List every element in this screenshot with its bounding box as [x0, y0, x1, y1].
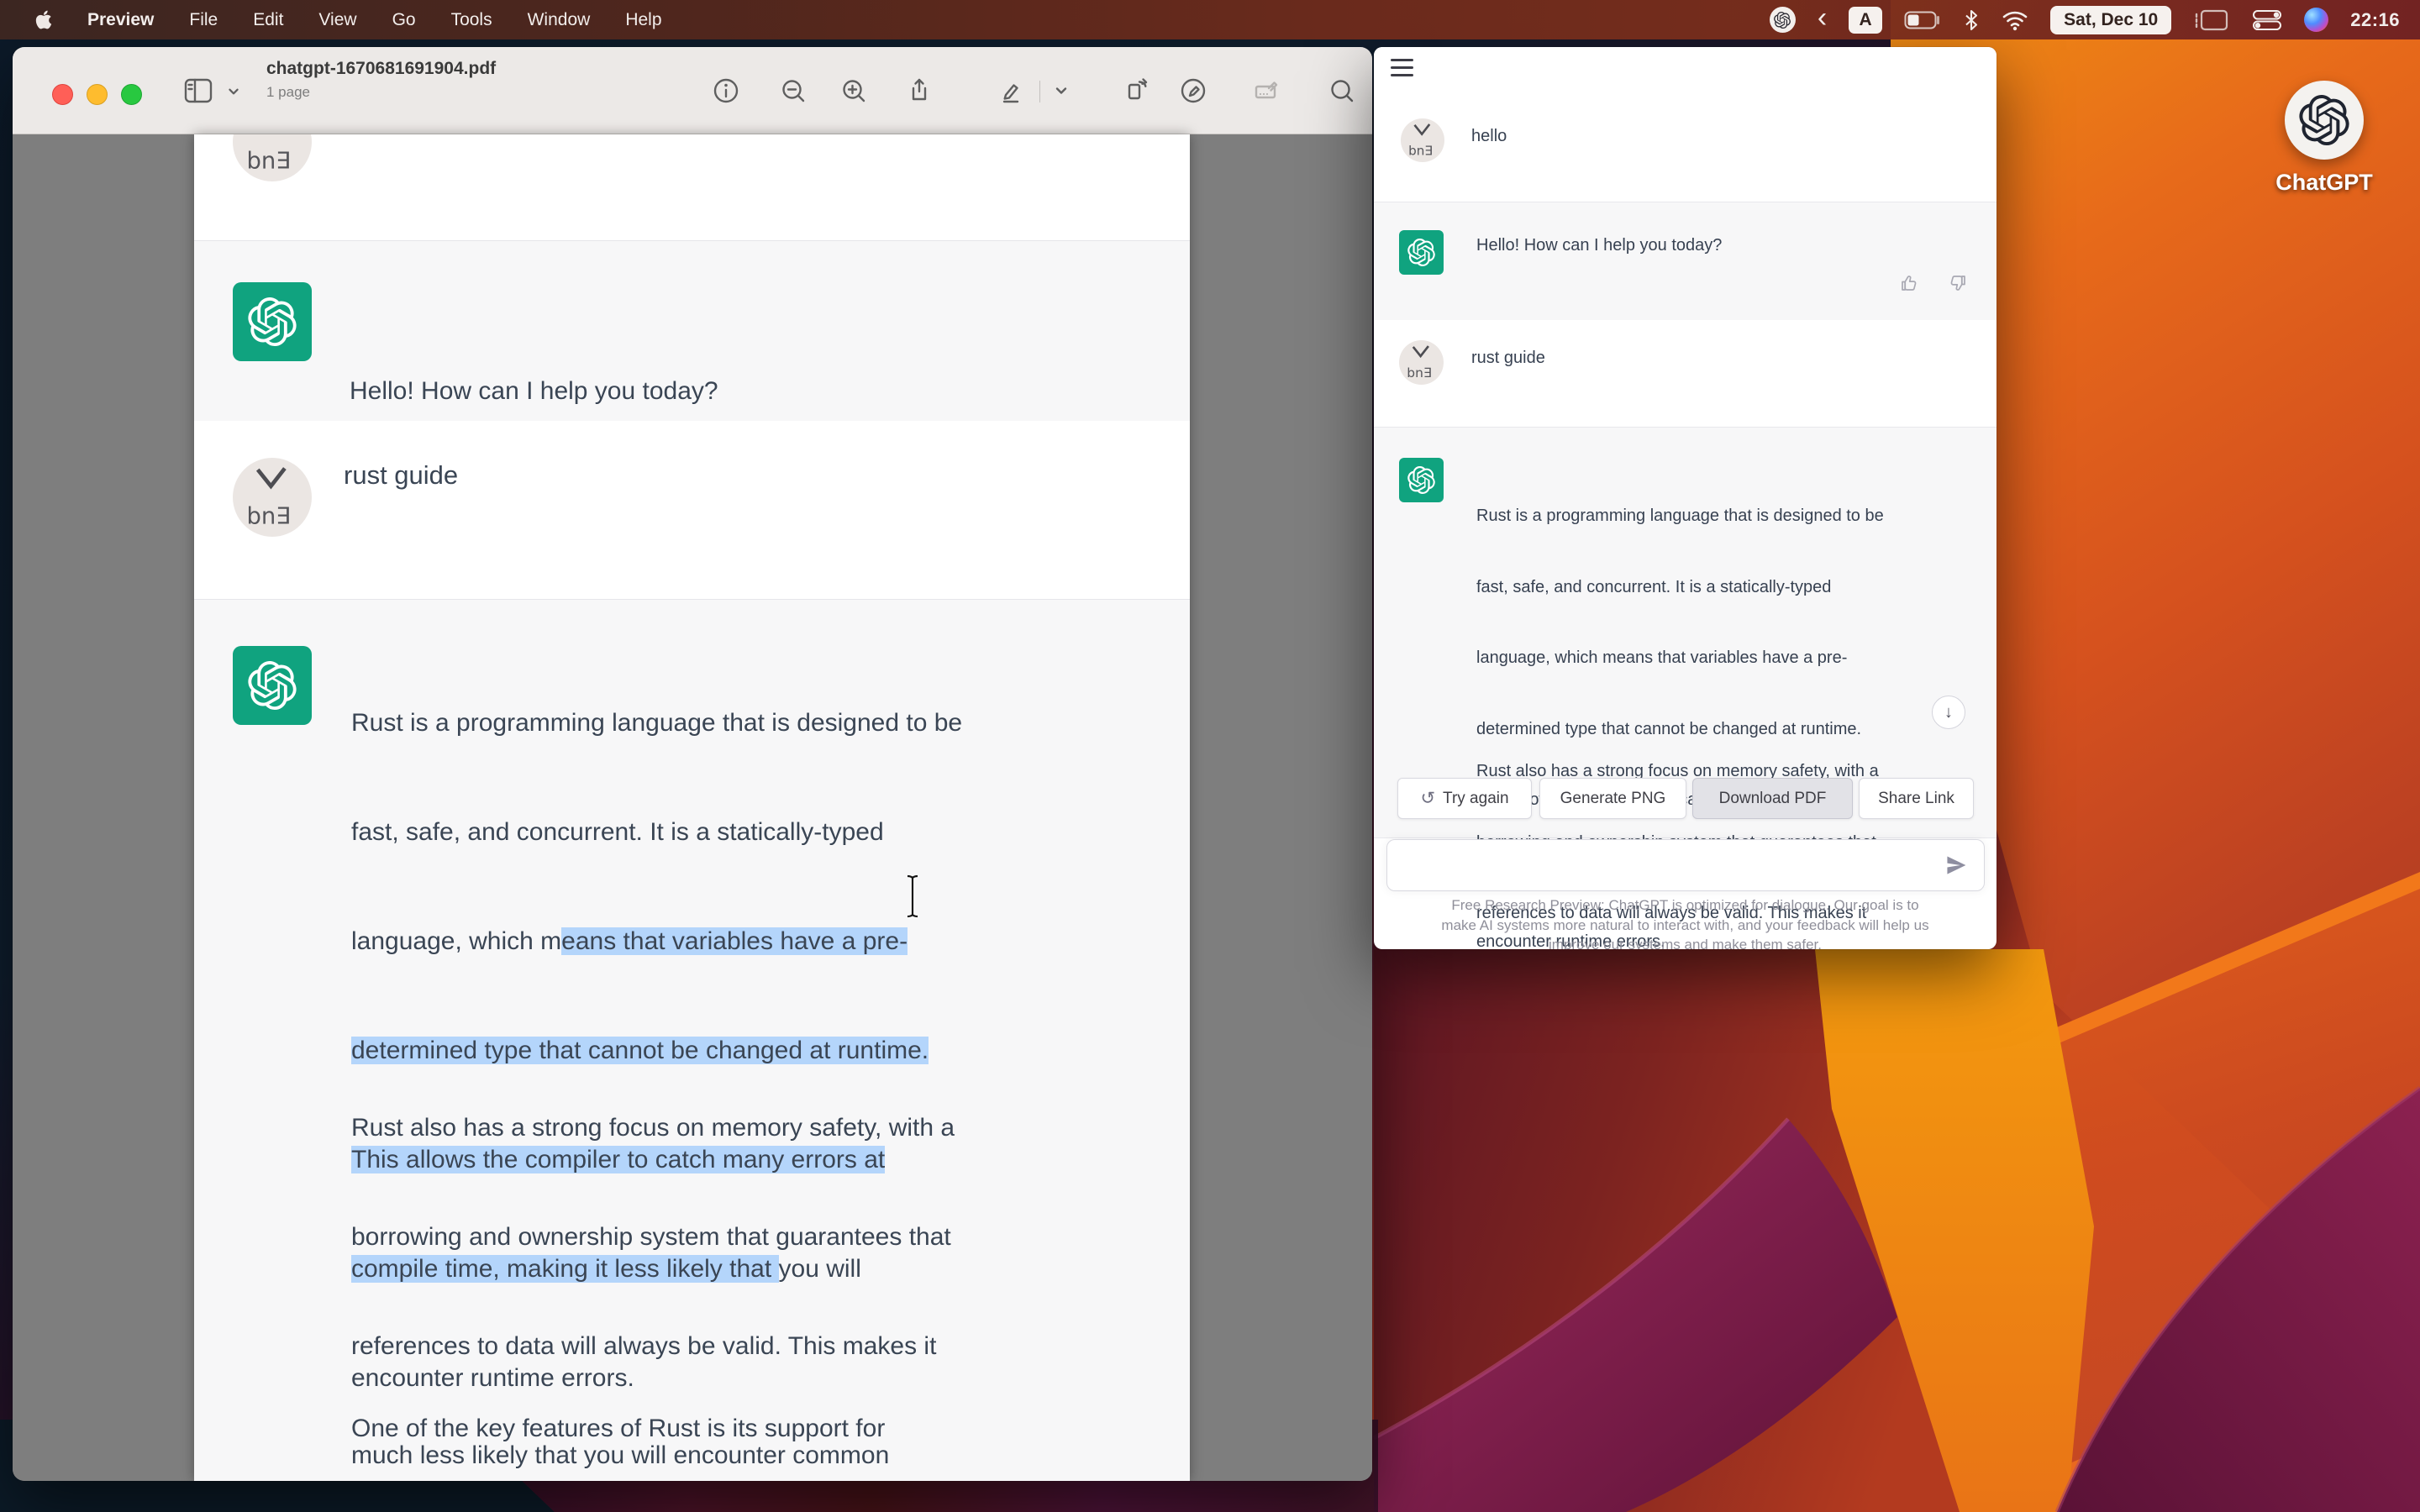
generate-png-button[interactable]: Generate PNG — [1539, 778, 1686, 819]
selected-text: eans that variables have a pre- — [561, 927, 908, 955]
back-chevron-icon[interactable]: ‹ — [1818, 9, 1827, 31]
bluetooth-icon[interactable] — [1963, 8, 1980, 32]
search-icon[interactable] — [1325, 74, 1359, 108]
menu-view[interactable]: View — [318, 10, 356, 30]
hamburger-icon[interactable] — [1391, 59, 1413, 76]
menu-edit[interactable]: Edit — [253, 10, 283, 30]
menu-bar-left: Preview File Edit View Go Tools Window H… — [0, 9, 662, 30]
menu-window[interactable]: Window — [528, 10, 591, 30]
zoom-out-icon[interactable] — [776, 74, 810, 108]
down-arrow-icon: ↓ — [1944, 703, 1953, 722]
chatgpt-avatar — [233, 282, 312, 361]
close-button[interactable] — [52, 84, 73, 105]
minimize-button[interactable] — [87, 84, 108, 105]
zoom-in-icon[interactable] — [837, 74, 871, 108]
menu-app-name[interactable]: Preview — [87, 10, 154, 30]
markup-icon[interactable] — [1176, 74, 1210, 108]
share-icon[interactable] — [902, 74, 936, 108]
keyboard-layout-icon[interactable]: A — [1849, 7, 1882, 34]
chatgpt-window: hello Hello! How can I help you today? r… — [1374, 47, 1996, 949]
preview-content-area: Hello! How can I help you today? rust gu… — [13, 134, 1372, 1481]
menu-file[interactable]: File — [189, 10, 218, 30]
preview-window: chatgpt-1670681691904.pdf 1 page — [13, 47, 1372, 1481]
siri-icon[interactable] — [2304, 8, 2328, 32]
preview-titlebar: chatgpt-1670681691904.pdf 1 page — [13, 47, 1372, 134]
chatgpt-status-icon[interactable] — [1770, 7, 1796, 33]
pdf-row-user-partial — [194, 134, 1190, 240]
battery-icon[interactable] — [1904, 9, 1941, 31]
user-message: hello — [1471, 127, 1507, 146]
chat-row-assistant-greeting: Hello! How can I help you today? — [1374, 202, 1996, 322]
clock: 22:16 — [2350, 9, 2400, 31]
retry-icon: ↺ — [1420, 790, 1435, 807]
highlighter-icon[interactable] — [994, 74, 1028, 108]
control-center-icon[interactable] — [2252, 9, 2282, 31]
desktop-icon-label: ChatGPT — [2269, 170, 2380, 196]
assistant-greeting-text: Hello! How can I help you today? — [350, 377, 718, 406]
chatgpt-avatar — [233, 646, 312, 725]
user-prompt-text: rust guide — [344, 460, 458, 491]
chat-row-assistant-rust: Rust is a programming language that is d… — [1374, 427, 1996, 838]
menu-help[interactable]: Help — [625, 10, 661, 30]
chevron-down-icon[interactable] — [224, 82, 243, 105]
user-message: rust guide — [1471, 349, 1545, 368]
user-avatar — [1399, 340, 1444, 385]
info-icon[interactable] — [709, 74, 743, 108]
menu-tools[interactable]: Tools — [451, 10, 492, 30]
menu-bar-status: ‹ A Sat, Dec 10 22:16 — [1770, 6, 2420, 34]
menu-bar: Preview File Edit View Go Tools Window H… — [0, 0, 2420, 39]
rotate-icon[interactable] — [1118, 74, 1152, 108]
page-count: 1 page — [266, 84, 496, 101]
try-again-button[interactable]: ↺ Try again — [1397, 778, 1532, 819]
pdf-row-assistant-greeting: Hello! How can I help you today? — [194, 240, 1190, 422]
chat-row-user-hello: hello — [1374, 90, 1996, 202]
user-avatar — [1401, 118, 1444, 162]
footer-disclaimer: Free Research Preview: ChatGPT is optimi… — [1374, 895, 1996, 949]
share-link-button[interactable]: Share Link — [1859, 778, 1974, 819]
menu-go[interactable]: Go — [392, 10, 416, 30]
chatgpt-logo-icon — [2285, 81, 2364, 160]
wifi-icon[interactable] — [2002, 9, 2028, 31]
pdf-row-assistant-answer: Rust is a programming language that is d… — [194, 599, 1190, 1481]
chatgpt-avatar — [1399, 230, 1444, 275]
date-display[interactable]: Sat, Dec 10 — [2050, 6, 2171, 34]
document-title-block: chatgpt-1670681691904.pdf 1 page — [266, 59, 496, 101]
display-icon[interactable] — [2193, 8, 2230, 33]
scroll-down-button[interactable]: ↓ — [1932, 696, 1965, 729]
pdf-row-user-prompt: rust guide — [194, 421, 1190, 599]
toolbar-separator — [1039, 81, 1040, 102]
chatgpt-avatar — [1399, 458, 1444, 502]
apple-icon[interactable] — [35, 9, 52, 30]
chatgpt-topbar — [1374, 47, 1996, 91]
document-title: chatgpt-1670681691904.pdf — [266, 59, 496, 79]
desktop: Preview File Edit View Go Tools Window H… — [0, 0, 2420, 1512]
user-avatar — [233, 458, 312, 537]
pdf-page: Hello! How can I help you today? rust gu… — [194, 134, 1190, 1481]
ibeam-cursor — [904, 874, 921, 919]
answer-paragraph-3: One of the key features of Rust is its s… — [351, 1346, 954, 1481]
signature-icon — [1249, 74, 1283, 108]
fullscreen-button[interactable] — [121, 84, 142, 105]
feedback-icons — [1900, 273, 1967, 293]
sidebar-icon[interactable] — [181, 74, 216, 112]
action-buttons-row: ↺ Try again Generate PNG Download PDF Sh… — [1374, 778, 1996, 817]
thumbs-down-icon[interactable] — [1947, 273, 1967, 293]
message-input[interactable] — [1386, 839, 1985, 891]
assistant-message: Hello! How can I help you today? — [1476, 236, 1722, 255]
thumbs-up-icon[interactable] — [1900, 273, 1920, 293]
user-avatar — [233, 134, 312, 181]
chatgpt-desktop-icon[interactable]: ChatGPT — [2269, 81, 2380, 196]
send-icon[interactable] — [1945, 854, 1967, 876]
chat-row-user-rust: rust guide — [1374, 320, 1996, 427]
chevron-down-icon[interactable] — [1051, 81, 1085, 114]
download-pdf-button[interactable]: Download PDF — [1692, 778, 1853, 819]
